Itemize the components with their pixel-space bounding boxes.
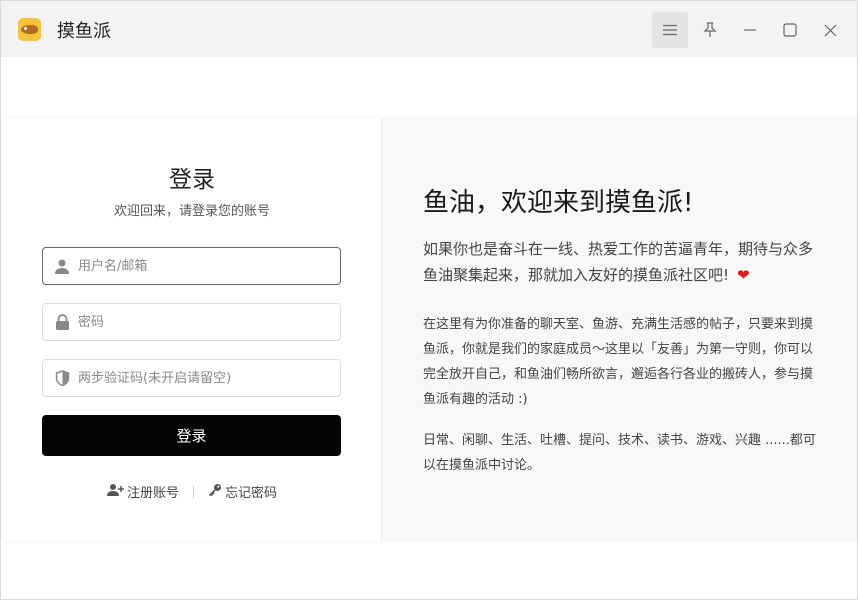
heart-icon: ❤ bbox=[737, 266, 750, 284]
password-input[interactable] bbox=[78, 304, 340, 340]
maximize-button[interactable] bbox=[772, 12, 808, 48]
title-bar[interactable]: 摸鱼派 bbox=[1, 1, 857, 57]
auth-links: 注册账号 忘记密码 bbox=[3, 482, 381, 501]
close-icon bbox=[824, 24, 837, 37]
lock-icon bbox=[54, 314, 70, 330]
login-panel: 登录 欢迎回来，请登录您的账号 登录 bbox=[3, 118, 381, 541]
register-label: 注册账号 bbox=[126, 486, 179, 501]
user-icon bbox=[54, 258, 70, 274]
close-button[interactable] bbox=[812, 12, 848, 48]
key-icon bbox=[208, 483, 222, 501]
link-divider bbox=[193, 485, 194, 498]
app-logo bbox=[18, 18, 41, 41]
username-field[interactable] bbox=[42, 247, 341, 285]
minimize-button[interactable] bbox=[732, 12, 768, 48]
main-content: 登录 欢迎回来，请登录您的账号 登录 bbox=[3, 118, 857, 541]
username-input[interactable] bbox=[78, 248, 340, 284]
menu-icon bbox=[663, 24, 677, 36]
pin-button[interactable] bbox=[692, 12, 728, 48]
forgot-password-link[interactable]: 忘记密码 bbox=[208, 482, 277, 501]
maximize-icon bbox=[783, 23, 797, 37]
welcome-panel: 鱼油，欢迎来到摸鱼派! 如果你也是奋斗在一线、热爱工作的苦逼青年，期待与众多鱼油… bbox=[381, 118, 857, 541]
welcome-intro: 如果你也是奋斗在一线、热爱工作的苦逼青年，期待与众多鱼油聚集起来，那就加入友好的… bbox=[423, 236, 823, 288]
twofa-field[interactable] bbox=[42, 359, 341, 397]
shield-icon bbox=[54, 370, 70, 386]
login-subtitle: 欢迎回来，请登录您的账号 bbox=[113, 204, 270, 219]
app-title: 摸鱼派 bbox=[57, 21, 111, 42]
community-description: 在这里有为你准备的聊天室、鱼游、充满生活感的帖子，只要来到摸鱼派，你就是我们的家… bbox=[423, 317, 814, 407]
welcome-title: 鱼油，欢迎来到摸鱼派! bbox=[423, 188, 694, 218]
pin-icon bbox=[703, 22, 717, 38]
minimize-icon bbox=[743, 29, 757, 31]
login-title: 登录 bbox=[169, 167, 215, 193]
login-button[interactable]: 登录 bbox=[42, 415, 341, 456]
password-field[interactable] bbox=[42, 303, 341, 341]
app-window: 摸鱼派 登录 欢迎回来，请登录您的账号 用户名/邮箱 两步验证码(未开启请留空)… bbox=[0, 0, 858, 600]
topics-description: 日常、闲聊、生活、吐槽、提问、技术、读书、游戏、兴趣 ......都可以在摸鱼派… bbox=[423, 433, 816, 473]
twofa-input[interactable] bbox=[78, 360, 340, 396]
add-user-icon bbox=[106, 483, 124, 500]
forgot-label: 忘记密码 bbox=[225, 486, 278, 501]
intro-text: 如果你也是奋斗在一线、热爱工作的苦逼青年，期待与众多鱼油聚集起来，那就加入友好的… bbox=[423, 240, 814, 284]
menu-button[interactable] bbox=[652, 12, 688, 48]
register-link[interactable]: 注册账号 bbox=[106, 482, 179, 501]
